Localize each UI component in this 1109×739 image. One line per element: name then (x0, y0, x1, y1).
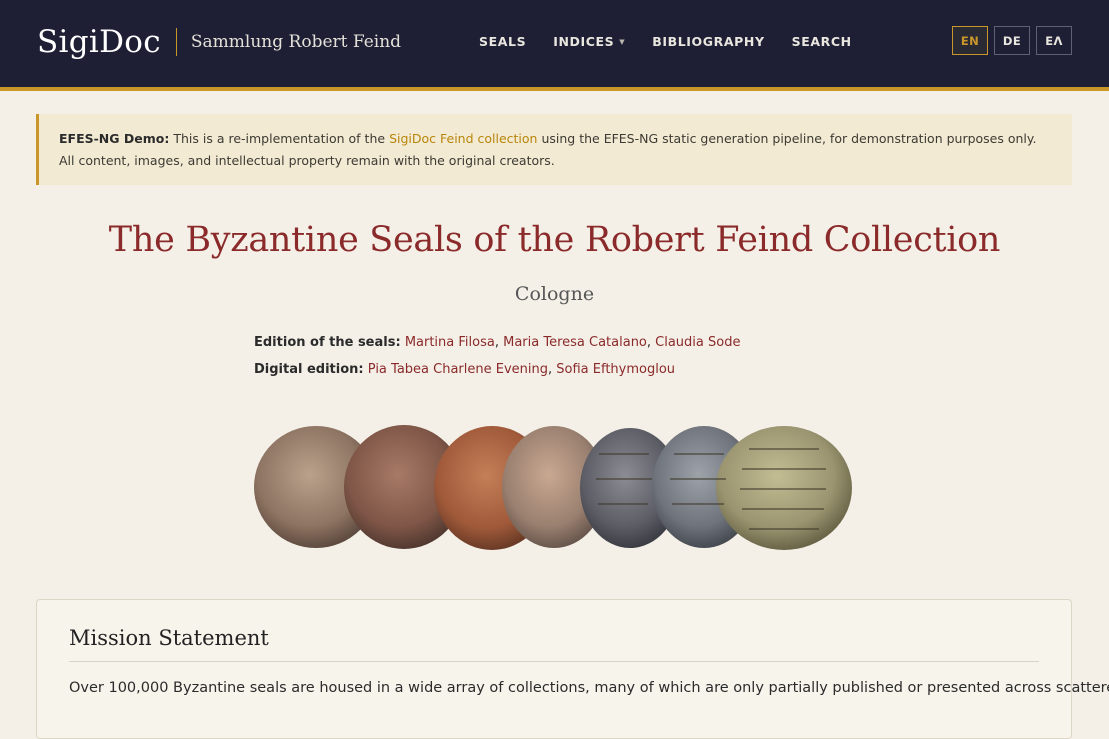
editor-link[interactable]: Maria Teresa Catalano (503, 335, 647, 350)
mission-text: Over 100,000 Byzantine seals are housed … (69, 680, 1109, 696)
editor-link[interactable]: Martina Filosa (405, 335, 495, 350)
editor-link[interactable]: Claudia Sode (655, 335, 740, 350)
chevron-down-icon: ▼ (619, 37, 626, 46)
nav-bibliography[interactable]: BIBLIOGRAPHY (652, 34, 764, 49)
nav-seals-label: SEALS (479, 34, 527, 49)
edition-credits: Edition of the seals: Martina Filosa, Ma… (254, 329, 740, 356)
lang-el-button[interactable]: ΕΛ (1036, 26, 1072, 55)
notice-text-before: This is a re-implementation of the (173, 131, 386, 146)
brand[interactable]: SigiDoc Sammlung Robert Feind (37, 22, 401, 62)
nav-bibliography-label: BIBLIOGRAPHY (652, 34, 765, 49)
brand-divider (175, 28, 177, 56)
nav-indices-label: INDICES (553, 34, 615, 49)
page-subtitle: Cologne (514, 283, 595, 305)
site-header: SigiDoc Sammlung Robert Feind SEALS INDI… (0, 0, 1109, 91)
credit-separator: , (646, 335, 656, 350)
digital-editor-link[interactable]: Sofia Efthymoglou (556, 362, 675, 377)
seals-banner-image (254, 425, 852, 550)
nav-indices[interactable]: INDICES ▼ (553, 34, 625, 49)
notice-label: EFES-NG Demo: (59, 131, 170, 146)
brand-name[interactable]: SigiDoc (37, 24, 161, 60)
mission-heading: Mission Statement (69, 626, 1039, 662)
digital-label: Digital edition: (254, 362, 364, 377)
digital-credits: Digital edition: Pia Tabea Charlene Even… (254, 356, 740, 383)
mission-statement-card: Mission Statement Over 100,000 Byzantine… (36, 599, 1109, 739)
digital-editor-link[interactable]: Pia Tabea Charlene Evening (368, 362, 548, 377)
page-title: The Byzantine Seals of the Robert Feind … (108, 220, 1001, 260)
language-switcher: EN DE ΕΛ (952, 26, 1072, 55)
credit-separator: , (494, 335, 504, 350)
notice-collection-link[interactable]: SigiDoc Feind collection (389, 131, 537, 146)
nav-search[interactable]: SEARCH (792, 34, 852, 49)
nav-search-label: SEARCH (791, 34, 852, 49)
edition-label: Edition of the seals: (254, 335, 401, 350)
main-nav: SEALS INDICES ▼ BIBLIOGRAPHY SEARCH (479, 34, 879, 49)
brand-subtitle[interactable]: Sammlung Robert Feind (191, 32, 401, 52)
demo-notice: EFES-NG Demo: This is a re-implementatio… (36, 114, 1072, 185)
credits: Edition of the seals: Martina Filosa, Ma… (254, 329, 740, 383)
lang-de-button[interactable]: DE (994, 26, 1030, 55)
lang-en-button[interactable]: EN (952, 26, 988, 55)
nav-seals[interactable]: SEALS (479, 34, 526, 49)
